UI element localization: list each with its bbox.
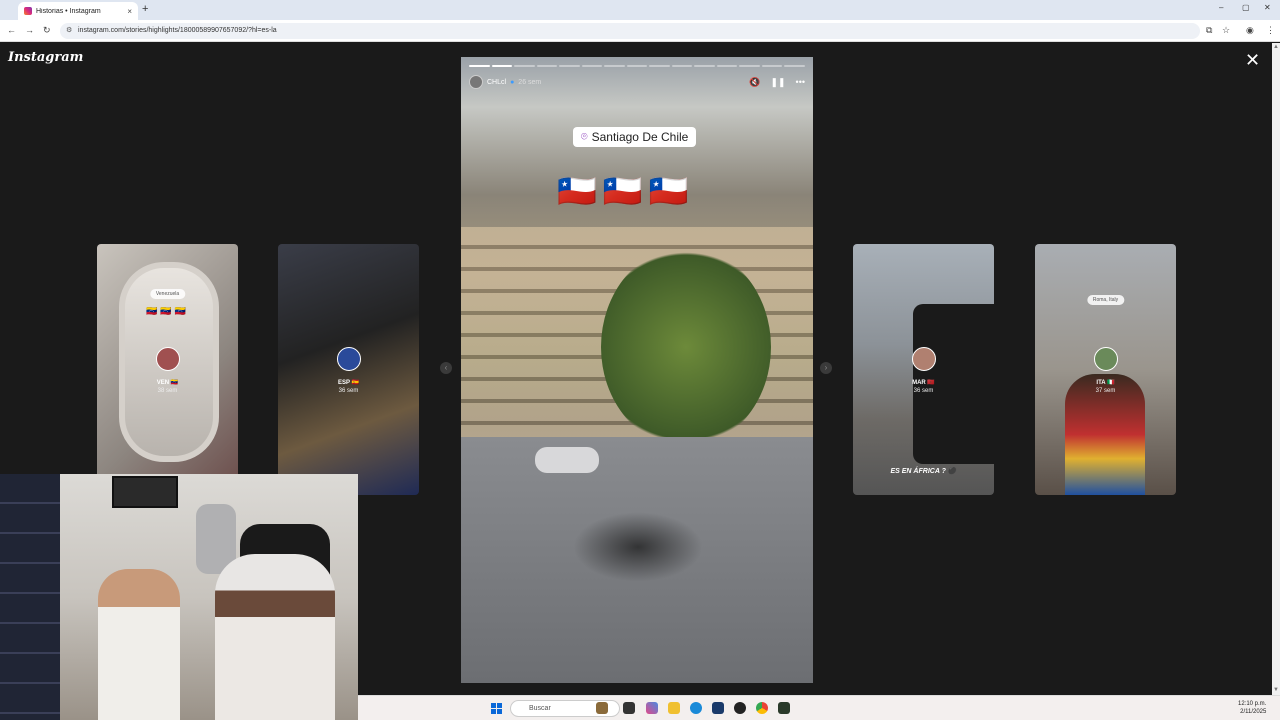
chrome-icon[interactable] bbox=[756, 702, 768, 714]
prev-story-button[interactable]: ‹ bbox=[440, 362, 452, 374]
progress-segment bbox=[491, 65, 513, 67]
progress-segment bbox=[604, 65, 625, 67]
next-story-button[interactable]: › bbox=[820, 362, 832, 374]
story-header: CHLcl ● 26 sem 🔇 ❚❚ ••• bbox=[469, 75, 805, 89]
close-viewer-button[interactable]: ✕ bbox=[1245, 50, 1260, 71]
progress-segment bbox=[739, 65, 760, 67]
browser-tab[interactable]: Historias • Instagram × bbox=[18, 2, 138, 20]
scroll-down-icon[interactable]: ▼ bbox=[1273, 687, 1279, 693]
profile-icon[interactable]: ◉ bbox=[1246, 25, 1254, 36]
avatar bbox=[911, 347, 936, 371]
pause-icon[interactable]: ❚❚ bbox=[770, 77, 785, 88]
mute-icon[interactable]: 🔇 bbox=[749, 77, 760, 88]
scroll-up-icon[interactable]: ▲ bbox=[1273, 44, 1279, 50]
url-input[interactable]: instagram.com/stories/highlights/1800058… bbox=[60, 23, 1200, 39]
site-info-icon[interactable]: ⚙ bbox=[66, 26, 72, 34]
instagram-logo[interactable]: Instagram bbox=[8, 50, 83, 65]
story-progress-bar bbox=[469, 65, 805, 67]
streamer-left-image bbox=[98, 569, 180, 720]
edge-icon[interactable] bbox=[690, 702, 702, 714]
progress-segment bbox=[559, 65, 580, 67]
taskbar-clock[interactable]: 12:10 p.m. 2/11/2025 bbox=[1238, 700, 1266, 716]
location-sticker[interactable]: ⌾ Santiago De Chile bbox=[573, 127, 697, 147]
progress-segment bbox=[671, 65, 693, 67]
minimize-button[interactable]: – bbox=[1219, 3, 1223, 12]
progress-segment bbox=[536, 65, 558, 67]
page-scrollbar[interactable]: ▲ ▼ bbox=[1272, 43, 1280, 695]
story-name: ITA 🇮🇹 bbox=[1096, 380, 1115, 386]
clock-time: 12:10 p.m. bbox=[1238, 701, 1267, 707]
progress-segment bbox=[649, 65, 670, 67]
story-name: ESP 🇪🇸 bbox=[337, 380, 360, 386]
story-username[interactable]: CHLcl bbox=[487, 79, 506, 86]
browser-address-bar: ← → ↻ instagram.com/stories/highlights/1… bbox=[0, 20, 1280, 42]
location-pin-icon: ⌾ bbox=[581, 130, 588, 143]
progress-segment bbox=[469, 65, 490, 67]
browser-tab-bar: Historias • Instagram × + – ▢ ✕ bbox=[0, 0, 1280, 20]
more-options-icon[interactable]: ••• bbox=[796, 77, 805, 87]
window-close-button[interactable]: ✕ bbox=[1264, 3, 1271, 12]
progress-segment bbox=[626, 65, 648, 67]
location-pill: Venezuela bbox=[149, 289, 186, 299]
story-preview-ita[interactable]: Roma, Italy ITA 🇮🇹 37 sem bbox=[1035, 244, 1176, 495]
verified-icon: ● bbox=[510, 78, 515, 86]
tab-close-icon[interactable]: × bbox=[127, 7, 132, 16]
crowd-image bbox=[573, 512, 703, 582]
story-time: 36 sem bbox=[338, 388, 359, 394]
story-time: 37 sem bbox=[1095, 388, 1116, 394]
location-label: Santiago De Chile bbox=[591, 130, 689, 144]
progress-segment bbox=[581, 65, 603, 67]
car-image bbox=[535, 447, 599, 473]
framed-jersey-image bbox=[112, 476, 178, 508]
windows-taskbar: ⌕ Buscar 12:10 p.m. 2/11/2025 bbox=[358, 695, 1280, 720]
story-preview-esp[interactable]: ESP 🇪🇸 36 sem bbox=[278, 244, 419, 495]
tree-image bbox=[601, 247, 771, 447]
maximize-button[interactable]: ▢ bbox=[1242, 3, 1250, 12]
progress-segment bbox=[761, 65, 783, 67]
streamer-right-image bbox=[215, 554, 335, 720]
story-time: 38 sem bbox=[157, 388, 178, 394]
avatar bbox=[155, 347, 180, 371]
avatar[interactable] bbox=[469, 75, 483, 89]
location-pill: Roma, Italy bbox=[1086, 295, 1125, 305]
back-icon[interactable]: ← bbox=[7, 25, 16, 35]
new-tab-button[interactable]: + bbox=[142, 3, 148, 15]
store-icon[interactable] bbox=[712, 702, 724, 714]
bookmark-star-icon[interactable]: ☆ bbox=[1222, 25, 1230, 36]
story-preview-ven[interactable]: Venezuela 🇻🇪🇻🇪🇻🇪 VEN 🇻🇪 38 sem bbox=[97, 244, 238, 495]
story-name: VEN 🇻🇪 bbox=[156, 380, 179, 386]
avatar bbox=[336, 347, 361, 371]
progress-segment bbox=[716, 65, 738, 67]
progress-segment bbox=[784, 65, 805, 67]
story-caption: ES EN ÁFRICA ? ⚫ bbox=[890, 468, 957, 475]
task-view-icon[interactable] bbox=[623, 702, 635, 714]
instagram-favicon-icon bbox=[24, 7, 32, 15]
story-name: MAR 🇲🇦 bbox=[912, 380, 935, 386]
file-explorer-icon[interactable] bbox=[668, 702, 680, 714]
progress-segment bbox=[514, 65, 535, 67]
install-icon[interactable]: ⧉ bbox=[1206, 25, 1212, 36]
windows-start-icon[interactable] bbox=[491, 703, 502, 714]
active-story[interactable]: CHLcl ● 26 sem 🔇 ❚❚ ••• ⌾ Santiago De Ch… bbox=[461, 57, 813, 683]
shelf-image bbox=[0, 474, 60, 720]
webcam-overlay bbox=[0, 474, 358, 720]
app-icon[interactable] bbox=[778, 702, 790, 714]
progress-segment bbox=[694, 65, 715, 67]
clock-date: 2/11/2025 bbox=[1240, 709, 1267, 715]
story-time: 26 sem bbox=[518, 78, 542, 86]
story-preview-mar[interactable]: MAR 🇲🇦 36 sem ES EN ÁFRICA ? ⚫ bbox=[853, 244, 994, 495]
flags-sticker: 🇻🇪🇻🇪🇻🇪 bbox=[146, 306, 189, 316]
tab-title: Historias • Instagram bbox=[36, 7, 101, 15]
forward-icon[interactable]: → bbox=[25, 25, 34, 35]
copilot-icon[interactable] bbox=[646, 702, 658, 714]
story-time: 36 sem bbox=[913, 388, 934, 394]
reload-icon[interactable]: ↻ bbox=[43, 25, 51, 36]
menu-icon[interactable]: ⋮ bbox=[1266, 25, 1275, 36]
obs-icon[interactable] bbox=[734, 702, 746, 714]
widget-icon[interactable] bbox=[596, 702, 608, 714]
avatar bbox=[1093, 347, 1118, 371]
flags-sticker: 🇨🇱🇨🇱🇨🇱 bbox=[557, 173, 695, 209]
